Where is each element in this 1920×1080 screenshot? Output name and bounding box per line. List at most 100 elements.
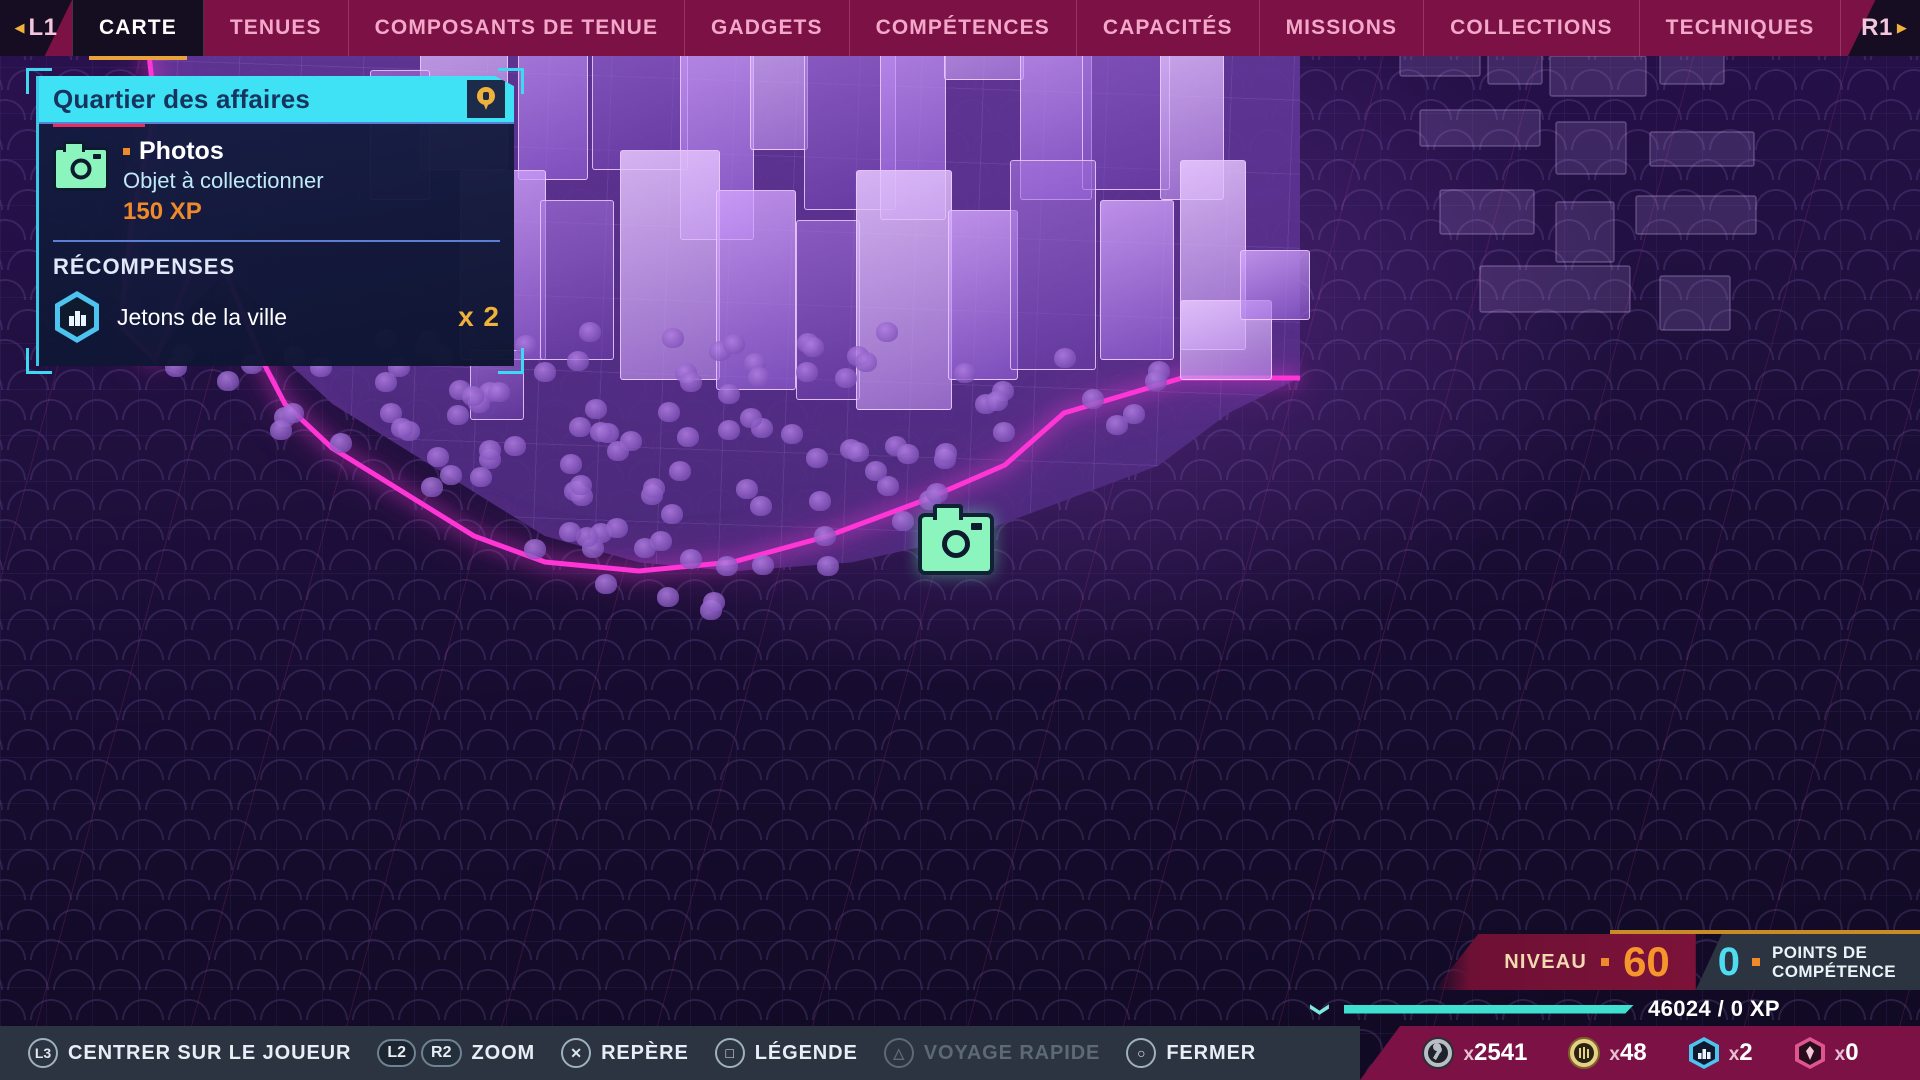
tab-label: TENUES <box>230 16 322 40</box>
tree <box>643 478 665 498</box>
tree <box>375 372 397 392</box>
skill-points-label-line2: COMPÉTENCE <box>1772 962 1896 981</box>
top-navigation-bar[interactable]: ◀ L1 CARTE TENUES COMPOSANTS DE TENUE GADGE… <box>0 0 1920 56</box>
tree <box>606 518 628 538</box>
pin-glyph <box>477 87 495 111</box>
objective-text: Photos Objet à collectionner 150 XP <box>123 137 500 226</box>
tree <box>723 334 745 354</box>
camera-icon <box>53 147 109 191</box>
prompt-centrer-sur-le-joueur[interactable]: L3 CENTRER SUR LE JOUEUR <box>28 1038 351 1068</box>
building <box>1100 200 1174 360</box>
tab-label: COLLECTIONS <box>1450 16 1613 40</box>
level-label: NIVEAU <box>1504 951 1587 974</box>
reward-name: Jetons de la ville <box>117 304 442 331</box>
city-token-icon <box>1687 1036 1721 1070</box>
tree <box>585 399 607 419</box>
spider-emblem-icon <box>1793 1036 1827 1070</box>
button-glyph-r2[interactable]: R2 <box>421 1039 461 1067</box>
tree <box>427 447 449 467</box>
marker-flash <box>971 523 982 530</box>
prompt-zoom[interactable]: L2 R2 ZOOM <box>377 1039 535 1067</box>
reward-row: Jetons de la ville x 2 <box>39 286 514 356</box>
chevron-right-icon: ▶ <box>1897 20 1907 36</box>
prompt-voyage-rapide: △ VOYAGE RAPIDE <box>884 1038 1101 1068</box>
currency-value: x2 <box>1729 1039 1753 1067</box>
map-screen: ◀ L1 CARTE TENUES COMPOSANTS DE TENUE GADGE… <box>0 0 1920 1080</box>
button-glyph-shape[interactable]: □ <box>715 1038 745 1068</box>
button-glyph-l3[interactable]: L3 <box>28 1038 58 1068</box>
tree <box>718 384 740 404</box>
tab-composants-de-tenue[interactable]: COMPOSANTS DE TENUE <box>349 0 685 56</box>
tab-collections[interactable]: COLLECTIONS <box>1424 0 1640 56</box>
tree <box>809 491 831 511</box>
tree <box>391 418 413 438</box>
tree <box>876 322 898 342</box>
currency-amount: 0 <box>1845 1039 1858 1066</box>
tree <box>569 417 591 437</box>
button-glyph-shape[interactable]: ○ <box>1126 1038 1156 1068</box>
city-token-icon <box>53 290 101 344</box>
panel-corner-bottom-left <box>26 348 52 374</box>
tree <box>579 322 601 342</box>
gold-gear-icon <box>1567 1036 1601 1070</box>
camera-lens <box>71 159 92 180</box>
wrench-gear-icon <box>1421 1036 1455 1070</box>
tree <box>677 427 699 447</box>
tab-tenues[interactable]: TENUES <box>204 0 349 56</box>
hud-gold-accent <box>1610 930 1920 934</box>
level-bullet-icon <box>1601 958 1609 966</box>
left-bumper-hint[interactable]: ◀ L1 <box>0 0 72 56</box>
tree <box>504 436 526 456</box>
tab-capacit-s[interactable]: CAPACITÉS <box>1077 0 1260 56</box>
building <box>1240 250 1310 320</box>
tree <box>1082 389 1104 409</box>
skill-points-bullet-icon <box>1752 958 1760 966</box>
tab-missions[interactable]: MISSIONS <box>1260 0 1424 56</box>
nav-tab-list[interactable]: CARTE TENUES COMPOSANTS DE TENUE GADGETS COM… <box>72 0 1848 56</box>
objective-row[interactable]: Photos Objet à collectionner 150 XP <box>39 127 514 240</box>
tab-comp-tences[interactable]: COMPÉTENCES <box>850 0 1077 56</box>
tree <box>330 433 352 453</box>
currency-value: x48 <box>1609 1039 1646 1067</box>
far-city-district <box>1360 0 1920 460</box>
currency-spider-emblem: x0 <box>1793 1036 1859 1070</box>
panel-frame: Quartier des affaires Photos Objet à col… <box>36 76 514 366</box>
tree <box>590 422 612 442</box>
button-glyph-l2[interactable]: L2 <box>377 1039 416 1067</box>
tab-carte[interactable]: CARTE <box>72 0 204 56</box>
tree <box>658 402 680 422</box>
currency-wrench-gear: x2541 <box>1421 1036 1527 1070</box>
tree <box>217 371 239 391</box>
right-bumper-hint[interactable]: R1 ▶ <box>1848 0 1920 56</box>
currency-amount: 2541 <box>1474 1039 1527 1066</box>
panel-corner-bottom-right <box>498 348 524 374</box>
map-pin-icon[interactable] <box>466 79 506 119</box>
tab-gadgets[interactable]: GADGETS <box>685 0 850 56</box>
bullet-icon <box>123 148 130 155</box>
prompt-rep-re[interactable]: ✕ REPÈRE <box>561 1038 689 1068</box>
button-glyph-shape[interactable]: △ <box>884 1038 914 1068</box>
district-info-panel: Quartier des affaires Photos Objet à col… <box>36 76 514 366</box>
panel-header: Quartier des affaires <box>39 76 514 122</box>
prompt-fermer[interactable]: ○ FERMER <box>1126 1038 1256 1068</box>
tree <box>567 351 589 371</box>
tree <box>634 538 656 558</box>
tree <box>855 352 877 372</box>
tab-techniques[interactable]: TECHNIQUES <box>1640 0 1842 56</box>
camera-marker-icon[interactable] <box>918 513 994 575</box>
marker-lens <box>942 530 970 558</box>
chevron-icon: ❯ <box>1309 1001 1332 1017</box>
tree <box>703 592 725 612</box>
level-block: NIVEAU 60 <box>1434 934 1696 990</box>
tree <box>282 403 304 423</box>
tab-label: CARTE <box>99 16 177 40</box>
button-glyph-shape[interactable]: ✕ <box>561 1038 591 1068</box>
tree <box>1054 348 1076 368</box>
currency-multiplier-symbol: x <box>1609 1044 1620 1065</box>
trigger-button-group: L2 R2 <box>377 1039 461 1067</box>
tree <box>954 363 976 383</box>
tree <box>534 362 556 382</box>
prompt-l-gende[interactable]: □ LÉGENDE <box>715 1038 858 1068</box>
skill-points-label: POINTS DE COMPÉTENCE <box>1772 943 1896 981</box>
level-hud: NIVEAU 60 0 POINTS DE COMPÉTENCE <box>1434 934 1920 990</box>
